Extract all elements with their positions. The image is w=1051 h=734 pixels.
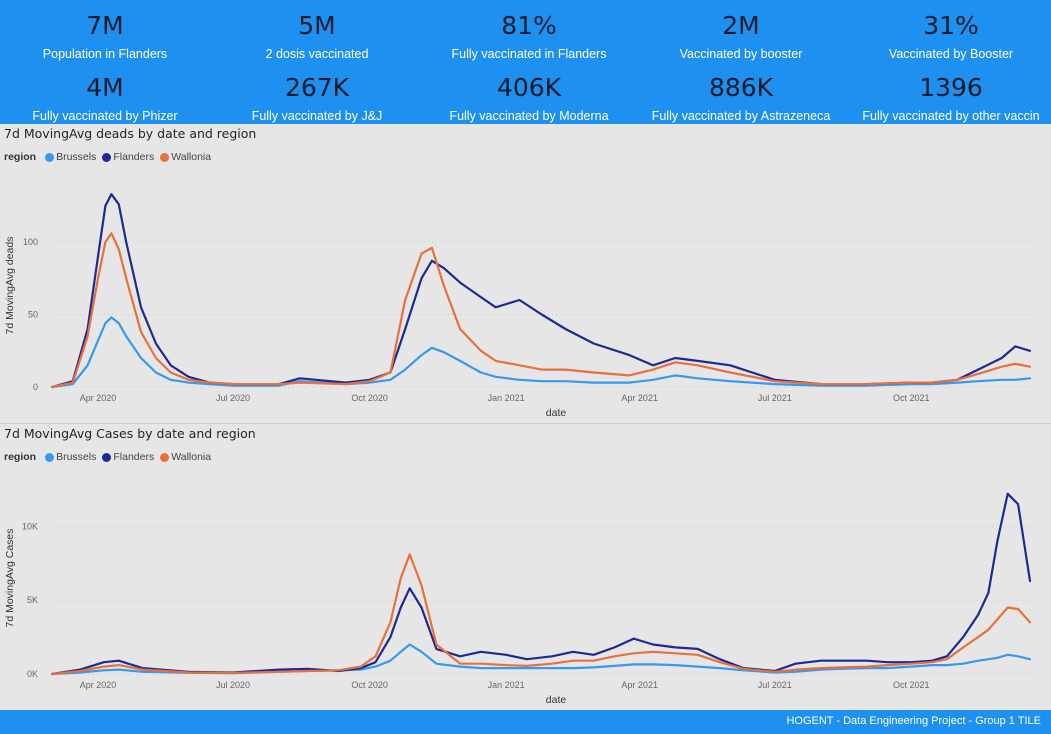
kpi-label: Fully vaccinated by J&J [251, 109, 383, 123]
kpi-label: Fully vaccinated by Astrazeneca [651, 109, 831, 123]
kpi-label: Fully vaccinated in Flanders [451, 47, 607, 61]
kpi-card-2-dosis[interactable]: 5M 2 dosis vaccinated [212, 12, 422, 62]
kpi-value: 1396 [919, 73, 983, 102]
kpi-value: 5M [298, 11, 336, 40]
y-tick-label: 5K [27, 595, 38, 605]
x-axis-label: date [546, 407, 567, 419]
kpi-value: 81% [501, 11, 557, 40]
y-tick-label: 0K [27, 669, 38, 679]
kpi-card-booster-pct[interactable]: 31% Vaccinated by Booster [846, 12, 1051, 62]
kpi-value: 406K [496, 73, 562, 102]
series-line-wallonia[interactable] [50, 553, 1032, 676]
kpi-label: Population in Flanders [42, 47, 168, 61]
kpi-card-phizer[interactable]: 4M Fully vaccinated by Phizer [0, 74, 210, 124]
y-axis-label: 7d MovingAvg Cases [4, 528, 16, 627]
kpi-value: 31% [923, 11, 979, 40]
x-tick-label: Oct 2020 [351, 680, 388, 690]
x-tick-label: Oct 2021 [893, 680, 930, 690]
series-line-brussels[interactable] [50, 643, 1032, 676]
series-line-brussels[interactable] [50, 316, 1032, 389]
kpi-card-moderna[interactable]: 406K Fully vaccinated by Moderna [424, 74, 634, 124]
series-line-flanders[interactable] [50, 193, 1032, 389]
y-axis-label: 7d MovingAvg deads [4, 237, 16, 335]
cases-chart-panel[interactable]: 7d MovingAvg Cases by date and region re… [0, 424, 1051, 710]
kpi-label: Fully vaccinated by other vaccin [862, 109, 1040, 123]
kpi-card-jnj[interactable]: 267K Fully vaccinated by J&J [212, 74, 422, 124]
kpi-value: 4M [86, 73, 124, 102]
series-line-flanders[interactable] [50, 492, 1032, 676]
y-tick-label: 0 [33, 382, 38, 392]
x-tick-label: Apr 2020 [80, 680, 117, 690]
kpi-card-other-vaccin[interactable]: 1396 Fully vaccinated by other vaccin [846, 74, 1051, 124]
x-tick-label: Jan 2021 [488, 680, 525, 690]
x-tick-label: Jan 2021 [488, 393, 525, 403]
kpi-label: Fully vaccinated by Phizer [32, 109, 178, 123]
footer-bar: HOGENT - Data Engineering Project - Grou… [0, 710, 1051, 734]
kpi-value: 2M [722, 11, 760, 40]
x-tick-label: Apr 2021 [621, 393, 658, 403]
x-tick-label: Jul 2020 [216, 393, 250, 403]
x-tick-label: Jul 2021 [758, 680, 792, 690]
kpi-card-fully-vaccinated-pct[interactable]: 81% Fully vaccinated in Flanders [424, 12, 634, 62]
kpi-card-population[interactable]: 7M Population in Flanders [0, 12, 210, 62]
series-line-wallonia[interactable] [50, 232, 1032, 389]
x-tick-label: Apr 2021 [621, 680, 658, 690]
kpi-card-astrazeneca[interactable]: 886K Fully vaccinated by Astrazeneca [636, 74, 846, 124]
x-tick-label: Jul 2020 [216, 680, 250, 690]
kpi-band: 7M Population in Flanders 5M 2 dosis vac… [0, 0, 1051, 124]
x-axis-label: date [546, 694, 567, 706]
y-tick-label: 10K [22, 521, 38, 531]
y-tick-label: 50 [28, 310, 38, 320]
x-tick-label: Apr 2020 [80, 393, 117, 403]
kpi-value: 267K [284, 73, 350, 102]
x-tick-label: Oct 2020 [351, 393, 388, 403]
cases-line-chart[interactable]: 0K 5K 10K Apr 2020 Jul 2020 Oct 2020 Jan 2021 A… [0, 424, 1051, 710]
kpi-label: Vaccinated by Booster [888, 47, 1014, 61]
deaths-line-chart[interactable]: 0 50 100 Apr 2020 Jul 2020 Oct 2020 Jan 2021 Ap… [0, 124, 1051, 423]
kpi-value: 886K [708, 73, 774, 102]
x-tick-label: Oct 2021 [893, 393, 930, 403]
kpi-card-booster[interactable]: 2M Vaccinated by booster [636, 12, 846, 62]
kpi-value: 7M [86, 11, 124, 40]
kpi-label: 2 dosis vaccinated [265, 47, 369, 61]
footer-credit: HOGENT - Data Engineering Project - Grou… [786, 715, 1041, 727]
kpi-label: Vaccinated by booster [679, 47, 803, 61]
kpi-label: Fully vaccinated by Moderna [449, 109, 609, 123]
deaths-chart-panel[interactable]: 7d MovingAvg deads by date and region re… [0, 124, 1051, 423]
x-tick-label: Jul 2021 [758, 393, 792, 403]
y-tick-label: 100 [23, 237, 38, 247]
